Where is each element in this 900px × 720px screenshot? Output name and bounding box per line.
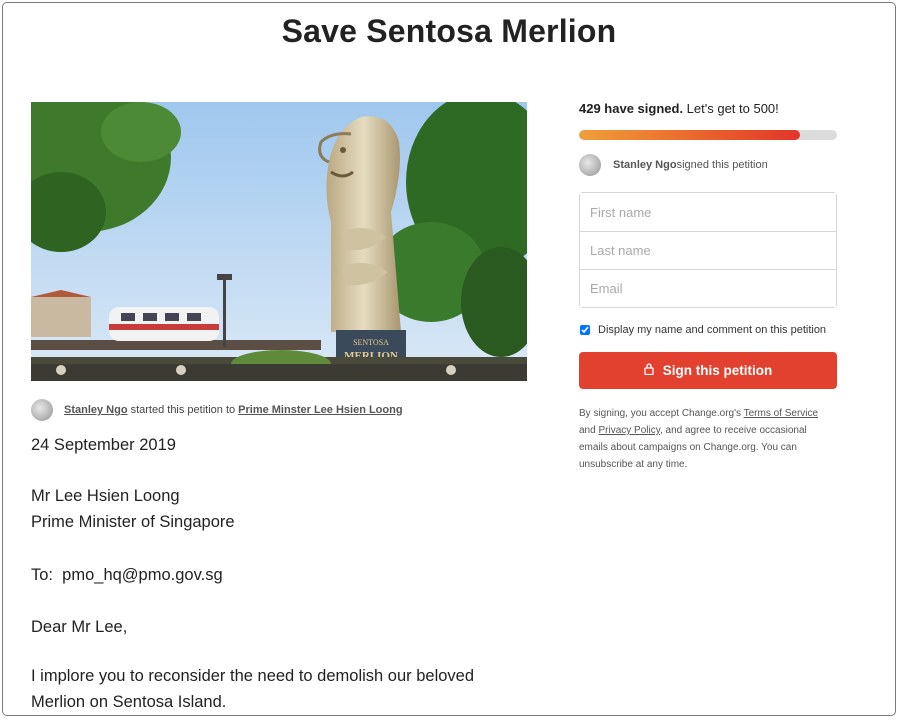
hero-sign-line1: SENTOSA (353, 338, 389, 347)
sign-petition-button[interactable]: Sign this petition (579, 352, 837, 389)
display-name-checkbox[interactable] (580, 325, 590, 335)
recent-signer-name[interactable]: Stanley Ngo (613, 159, 677, 171)
goal-text: Let's get to 500! (683, 101, 779, 116)
signature-progress-bar (579, 130, 837, 140)
sign-petition-button-label: Sign this petition (662, 363, 773, 378)
signed-count-text: 429 have signed. (579, 101, 684, 116)
petition-hero-image: SENTOSA MERLION (31, 102, 527, 381)
petition-starter-line: Stanley Ngo started this petition to Pri… (31, 399, 531, 421)
starter-name-link[interactable]: Stanley Ngo (64, 404, 128, 416)
letter-body-line2: Merlion on Sentosa Island. (31, 693, 227, 711)
legal-text-2: and (579, 425, 599, 436)
lock-icon (644, 363, 654, 378)
letter-to-line: To: pmo_hq@pmo.gov.sg (31, 566, 223, 584)
terms-of-service-link[interactable]: Terms of Service (744, 408, 818, 419)
recent-signer-avatar (579, 154, 601, 176)
privacy-policy-link[interactable]: Privacy Policy (598, 425, 660, 436)
starter-avatar (31, 399, 53, 421)
sign-panel: 429 have signed. Let's get to 500! Stanl… (579, 101, 837, 473)
signer-fields (579, 192, 837, 308)
signature-progress-fill (579, 130, 801, 140)
legal-text-1: By signing, you accept Change.org's (579, 408, 744, 419)
signature-count: 429 have signed. Let's get to 500! (579, 101, 837, 119)
last-name-input[interactable] (580, 231, 836, 269)
merlion-photo-icon: SENTOSA MERLION (31, 102, 527, 381)
legal-disclaimer: By signing, you accept Change.org's Term… (579, 405, 837, 473)
letter-date: 24 September 2019 (31, 436, 176, 454)
email-input[interactable] (580, 269, 836, 307)
letter-salutation: Dear Mr Lee, (31, 618, 128, 636)
petition-target-link[interactable]: Prime Minster Lee Hsien Loong (238, 404, 402, 416)
recent-signer: Stanley Ngo signed this petition (579, 154, 837, 176)
letter-body-line1: I implore you to reconsider the need to … (31, 667, 475, 685)
starter-middle-text: started this petition to (130, 404, 236, 416)
first-name-input[interactable] (580, 193, 836, 231)
page-frame: Save Sentosa Merlion SENTOSA MERLION Sta… (2, 2, 896, 716)
letter-recipient-title: Prime Minister of Singapore (31, 513, 235, 531)
letter-recipient-name: Mr Lee Hsien Loong (31, 487, 180, 505)
display-name-checkbox-label: Display my name and comment on this peti… (598, 324, 827, 336)
petition-title: Save Sentosa Merlion (281, 13, 617, 49)
recent-signer-text: signed this petition (676, 159, 768, 171)
display-name-option: Display my name and comment on this peti… (579, 322, 837, 338)
